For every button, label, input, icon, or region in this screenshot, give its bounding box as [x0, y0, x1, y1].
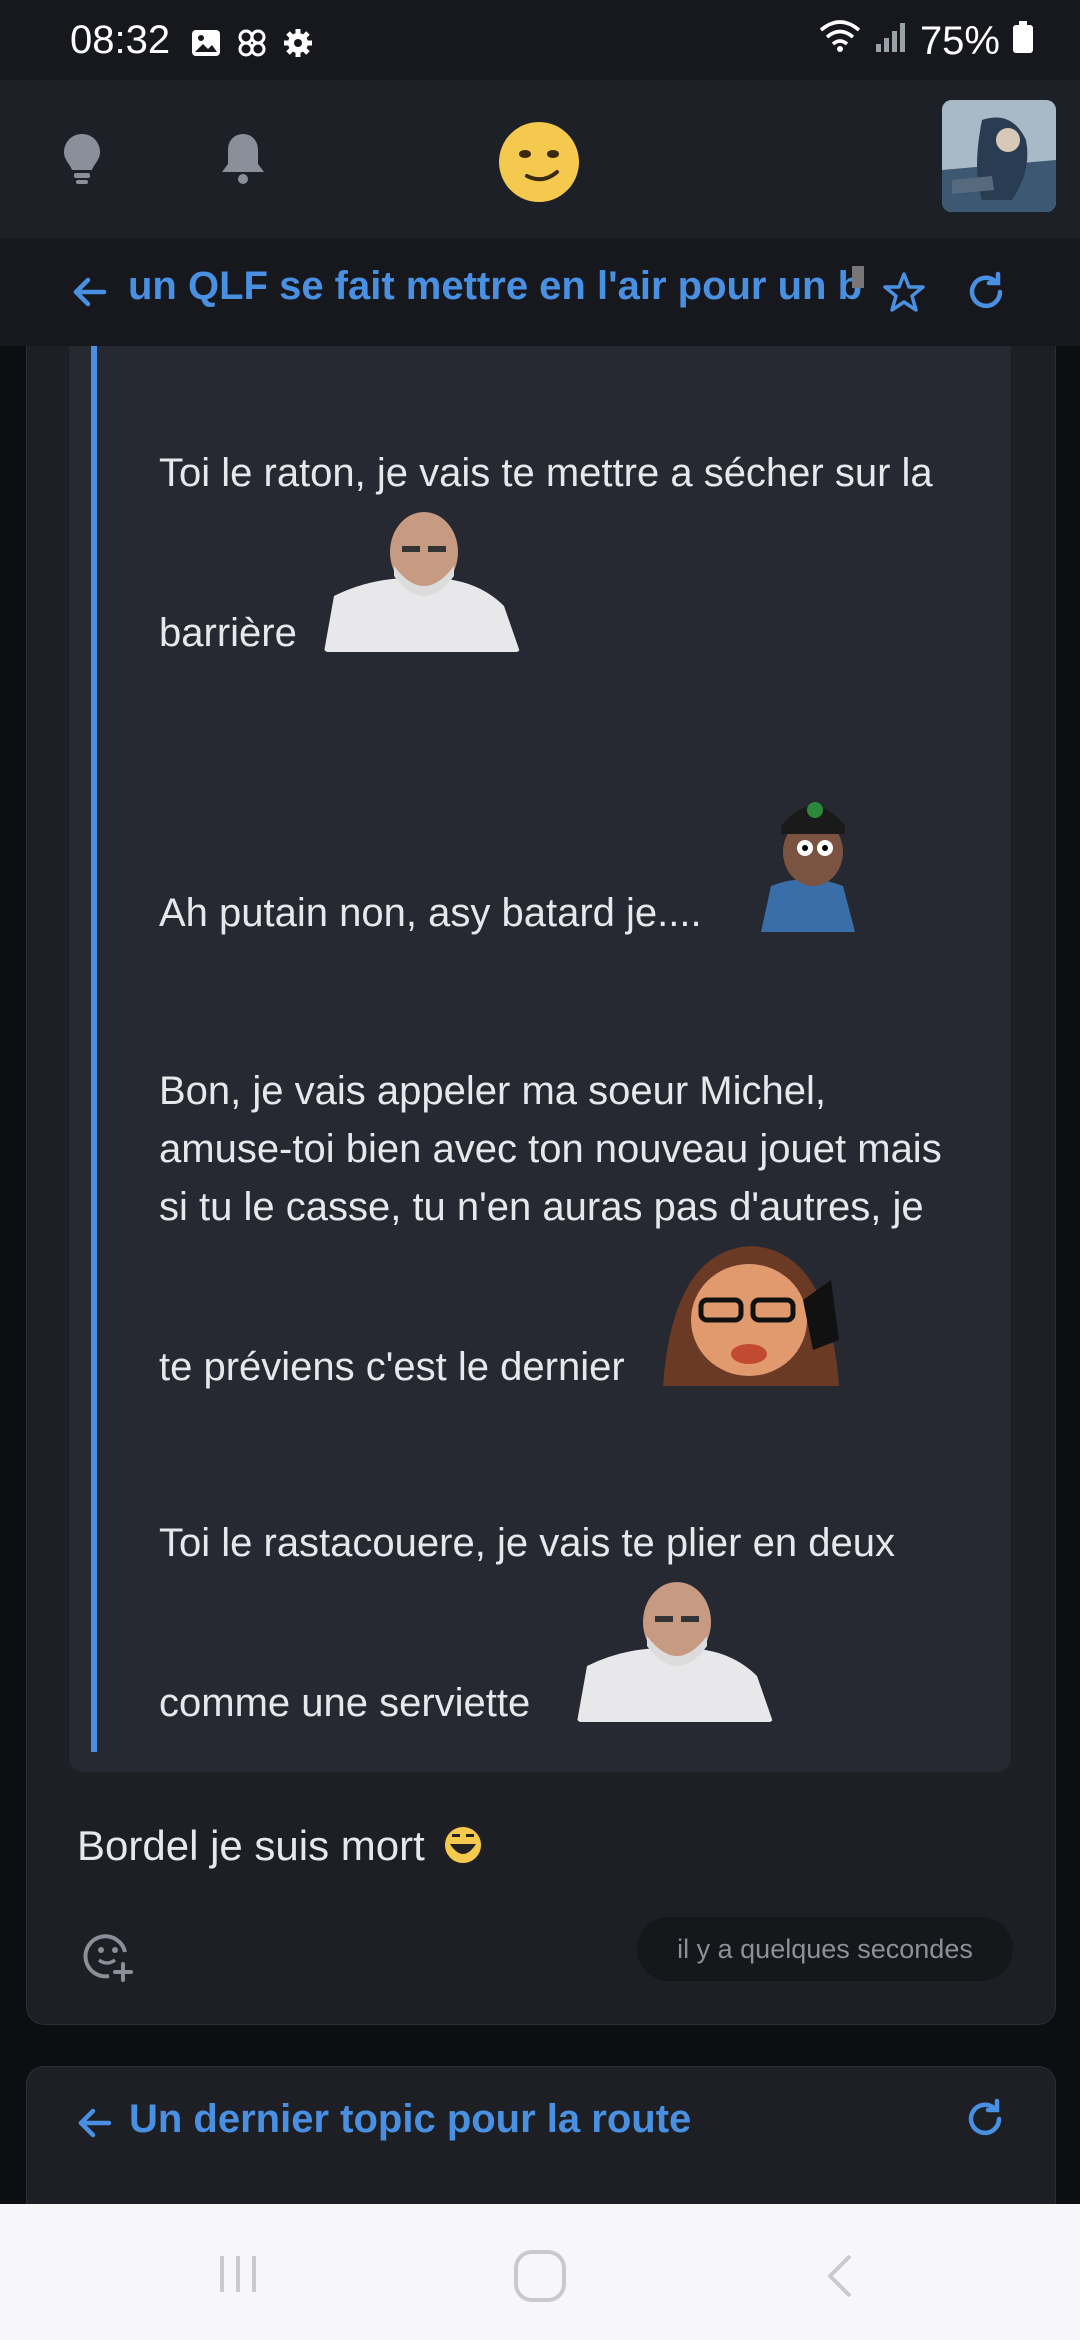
- quote-line: Ah putain non, asy batard je....: [159, 891, 702, 935]
- post-reply-text: Bordel je suis mort: [77, 1822, 484, 1870]
- sticker-old-man: [577, 1576, 773, 1722]
- app-header: [0, 80, 1080, 238]
- quote-bar: [91, 346, 97, 1752]
- add-reaction-icon[interactable]: [79, 1926, 139, 1986]
- sticker-cap-man: [751, 786, 863, 932]
- text-cursor: [852, 266, 864, 288]
- battery-level: 75%: [919, 18, 1000, 63]
- topic-title[interactable]: un QLF se fait mettre en l'air pour un b: [128, 264, 863, 309]
- back-arrow-icon[interactable]: [68, 270, 112, 314]
- quote-line: Toi le raton, je vais te mettre a sécher…: [159, 451, 933, 495]
- battery-icon: [1012, 19, 1034, 64]
- lightbulb-icon[interactable]: [52, 128, 112, 188]
- star-icon[interactable]: [882, 270, 926, 314]
- signal-icon: [874, 19, 908, 64]
- refresh-icon[interactable]: [963, 2097, 1007, 2141]
- back-arrow-icon[interactable]: [73, 2101, 117, 2145]
- reply-label: Bordel je suis mort: [77, 1822, 425, 1869]
- gear-icon: [282, 24, 314, 57]
- image-icon: [190, 24, 222, 56]
- topic-bar: un QLF se fait mettre en l'air pour un b: [0, 238, 1080, 346]
- post-card: Toi le raton, je vais te mettre a sécher…: [26, 346, 1056, 2025]
- next-topic-title[interactable]: Un dernier topic pour la route: [129, 2097, 691, 2142]
- pinwheel-icon: [236, 24, 268, 57]
- quote-line: barrière: [159, 611, 297, 655]
- system-nav-bar: [0, 2204, 1080, 2340]
- back-button[interactable]: [822, 2252, 858, 2300]
- laughing-smiley-icon: [442, 1824, 484, 1866]
- quote-line: amuse-toi bien avec ton nouveau jouet ma…: [159, 1127, 942, 1171]
- quote-line: si tu le casse, tu n'en auras pas d'autr…: [159, 1185, 924, 1229]
- quote-line: Bon, je vais appeler ma soeur Michel,: [159, 1069, 826, 1113]
- quote-line: comme une serviette: [159, 1681, 531, 1725]
- post-timestamp: il y a quelques secondes: [637, 1917, 1013, 1981]
- home-button[interactable]: [512, 2248, 568, 2304]
- smirk-emoji-icon[interactable]: [497, 120, 581, 204]
- recent-apps-button[interactable]: [214, 2252, 262, 2296]
- refresh-icon[interactable]: [964, 270, 1008, 314]
- sticker-old-man: [324, 506, 520, 652]
- user-avatar[interactable]: [942, 100, 1056, 212]
- quote-line: Toi le rastacouere, je vais te plier en …: [159, 1521, 895, 1565]
- status-time: 08:32: [70, 18, 171, 62]
- quote-block: Toi le raton, je vais te mettre a sécher…: [69, 346, 1011, 1772]
- status-bar: 08:32 75%: [0, 0, 1080, 80]
- wifi-icon: [818, 18, 862, 64]
- sticker-crying-woman: [653, 1240, 849, 1386]
- bell-icon[interactable]: [213, 128, 273, 188]
- quote-line: te préviens c'est le dernier: [159, 1345, 625, 1389]
